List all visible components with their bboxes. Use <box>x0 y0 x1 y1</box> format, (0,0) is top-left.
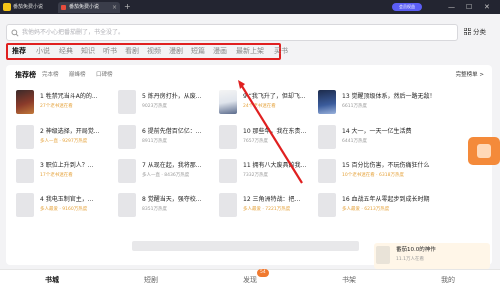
book-title: 10 那些年，我在东贵... <box>243 128 307 135</box>
card-title: 番茄10.0的神作 <box>396 247 436 253</box>
ranking-panel: 推荐榜 完本榜 巅峰榜 口碑榜 完整榜单 > 1 牲禁咒当斗A的的... 27个… <box>6 65 492 265</box>
nav-tab-knowledge[interactable]: 知识 <box>81 45 95 58</box>
card-thumbnail <box>376 246 390 264</box>
subtab-complete[interactable]: 完本榜 <box>42 71 59 80</box>
window-titlebar: 番茄免费小说 番茄免费小说 × + 会员权益 — ☐ ✕ <box>0 0 500 14</box>
gift-icon <box>477 144 491 158</box>
nav-tab-comic-drama[interactable]: 漫剧 <box>169 45 183 58</box>
maximize-button[interactable]: ☐ <box>466 1 472 13</box>
book-title: 11 拥有八大废具的我... <box>243 162 307 169</box>
book-meta: 7332万热度 <box>243 173 268 178</box>
book-meta: 24个老书迷在看 <box>243 104 276 109</box>
grid-icon <box>464 28 471 35</box>
subtab-reputation[interactable]: 口碑榜 <box>96 71 113 80</box>
member-pill-button[interactable]: 会员权益 <box>392 3 422 11</box>
book-title: 6 提前先借百亿亿：... <box>142 128 202 135</box>
book-cover <box>118 193 136 217</box>
app-name: 番茄免费小说 <box>13 4 44 10</box>
bottom-nav: 书城 短剧 发现 书架 我的 <box>0 269 500 291</box>
book-cover <box>16 193 34 217</box>
book-cover <box>318 125 336 149</box>
book-cover <box>219 90 237 114</box>
recommend-card[interactable]: 番茄10.0的神作 11.1万人在看 <box>374 243 490 269</box>
book-cover <box>118 125 136 149</box>
book-title: 3 职位上升到人？... <box>40 162 94 169</box>
book-cover <box>118 159 136 183</box>
book-meta: 17个老书迷在看 <box>40 173 73 178</box>
bottom-nav-bookshelf[interactable]: 书架 <box>329 270 369 290</box>
book-meta: 多人一直 · 9297万热度 <box>40 139 88 144</box>
nav-tab-buy[interactable]: 买书 <box>274 45 288 58</box>
tab-close-button[interactable]: × <box>112 2 117 13</box>
loading-placeholder <box>132 241 359 251</box>
book-meta: 8351万热度 <box>142 207 167 212</box>
book-cover <box>118 90 136 114</box>
bottom-nav-mine[interactable]: 我的 <box>428 270 468 290</box>
app-logo-icon <box>3 3 11 11</box>
book-meta: 多人最爱 · 7221万热度 <box>243 207 291 212</box>
book-cover <box>16 90 34 114</box>
tab-title: 番茄免费小说 <box>69 4 100 10</box>
book-meta: 7657万热度 <box>243 139 268 144</box>
nav-tab-audio[interactable]: 听书 <box>103 45 117 58</box>
book-cover <box>16 159 34 183</box>
book-meta: 多人最爱 · 6213万热度 <box>342 207 390 212</box>
book-title: 12 三角洲特战：把... <box>243 196 301 203</box>
book-meta: 10个老书迷在看 · 6318万热度 <box>342 173 404 178</box>
minimize-button[interactable]: — <box>448 1 455 13</box>
book-meta: 多人最爱 · 9160万热度 <box>40 207 88 212</box>
book-title: 9 “我飞升了，但却飞... <box>243 93 306 100</box>
book-cover <box>219 125 237 149</box>
nav-tab-drama[interactable]: 看剧 <box>125 45 139 58</box>
nav-tab-classic[interactable]: 经典 <box>59 45 73 58</box>
discover-badge: 54 <box>257 269 269 277</box>
nav-tab-short[interactable]: 短篇 <box>191 45 205 58</box>
book-cover <box>219 193 237 217</box>
card-subtitle: 11.1万人在看 <box>396 257 425 262</box>
nav-tab-novel[interactable]: 小说 <box>36 45 50 58</box>
nav-tab-comic[interactable]: 漫画 <box>213 45 227 58</box>
book-title: 13 觉醒顶级体系，然后一路无敌！ <box>342 93 436 100</box>
floating-ad-button[interactable] <box>468 137 500 165</box>
book-title: 7 从现在起，我将那... <box>142 162 202 169</box>
nav-tab-recommend[interactable]: 推荐 <box>12 45 26 58</box>
book-meta: 9023万热度 <box>142 104 167 109</box>
book-title: 2 神级选择，开局觉... <box>40 128 100 135</box>
tab-favicon-icon <box>61 5 66 10</box>
nav-tab-video[interactable]: 视频 <box>147 45 161 58</box>
nav-tab-new[interactable]: 最新上架 <box>236 45 264 58</box>
book-title: 14 大一，一天一亿生活费 <box>342 128 412 135</box>
panel-title: 推荐榜 <box>15 71 36 79</box>
browser-tab[interactable]: 番茄免费小说 × <box>58 2 120 13</box>
book-cover <box>318 159 336 183</box>
book-title: 16 血战五年从零起步到成长时期 <box>342 196 430 203</box>
search-icon <box>11 29 19 37</box>
book-meta: 6441万热度 <box>342 139 367 144</box>
book-meta: 8911万热度 <box>142 139 167 144</box>
close-window-button[interactable]: ✕ <box>484 1 490 13</box>
subtab-peak[interactable]: 巅峰榜 <box>69 71 86 80</box>
book-cover <box>318 193 336 217</box>
full-ranking-link[interactable]: 完整榜单 > <box>456 71 484 80</box>
book-meta: 6611万热度 <box>342 104 367 109</box>
bottom-nav-shortdrama[interactable]: 短剧 <box>131 270 171 290</box>
book-title: 4 我电玉制官主，... <box>40 196 94 203</box>
book-cover <box>16 125 34 149</box>
channel-nav-highlight: 推荐 小说 经典 知识 听书 看剧 视频 漫剧 短篇 漫画 最新上架 <box>6 43 281 60</box>
category-button[interactable]: 分类 <box>464 27 486 38</box>
book-title: 1 牲禁咒当斗A的的... <box>40 93 98 100</box>
book-title: 5 炼丹房打扑，从废... <box>142 93 202 100</box>
book-cover <box>219 159 237 183</box>
new-tab-button[interactable]: + <box>124 1 131 13</box>
book-cover <box>318 90 336 114</box>
book-title: 8 觉醒当天，强夺校... <box>142 196 202 203</box>
category-label: 分类 <box>473 28 486 36</box>
book-meta: 27个老书迷在看 <box>40 104 73 109</box>
bottom-nav-bookstore[interactable]: 书城 <box>32 270 72 290</box>
book-meta: 多人一直 · 8436万热度 <box>142 173 190 178</box>
search-bar[interactable]: 我他妈不小心把番茄删了，书全没了。 <box>6 24 458 41</box>
search-input[interactable]: 我他妈不小心把番茄删了，书全没了。 <box>22 25 124 40</box>
